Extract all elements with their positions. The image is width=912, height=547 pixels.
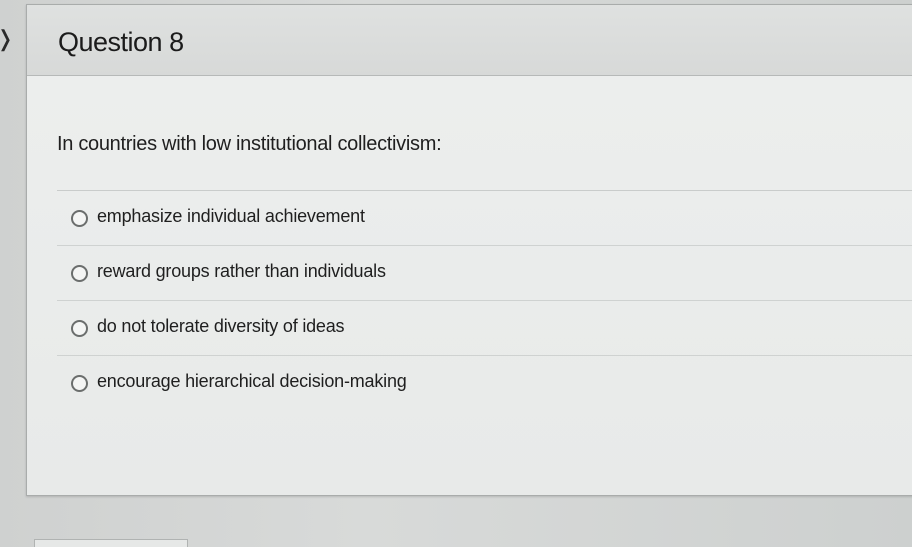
question-header: Question 8 — [27, 5, 912, 76]
answer-label[interactable]: emphasize individual achievement — [97, 206, 365, 227]
page: ❭ Question 8 In countries with low insti… — [0, 0, 912, 547]
next-card-edge — [34, 539, 188, 547]
question-card: Question 8 In countries with low institu… — [26, 4, 912, 496]
answer-options: emphasize individual achievement reward … — [57, 190, 912, 410]
answer-label[interactable]: reward groups rather than individuals — [97, 261, 386, 282]
question-title: Question 8 — [58, 27, 184, 57]
answer-option-1[interactable]: emphasize individual achievement — [57, 191, 912, 246]
radio-button[interactable] — [71, 265, 88, 282]
answer-option-4[interactable]: encourage hierarchical decision-making — [57, 356, 912, 410]
answer-option-3[interactable]: do not tolerate diversity of ideas — [57, 301, 912, 356]
question-text: In countries with low institutional coll… — [57, 133, 442, 155]
radio-button[interactable] — [71, 320, 88, 337]
answer-label[interactable]: do not tolerate diversity of ideas — [97, 316, 345, 337]
question-body: In countries with low institutional coll… — [27, 76, 912, 495]
chevron-right-icon[interactable]: ❭ — [0, 28, 14, 50]
radio-button[interactable] — [71, 210, 88, 227]
radio-button[interactable] — [71, 375, 88, 392]
answer-option-2[interactable]: reward groups rather than individuals — [57, 246, 912, 301]
answer-label[interactable]: encourage hierarchical decision-making — [97, 371, 407, 392]
